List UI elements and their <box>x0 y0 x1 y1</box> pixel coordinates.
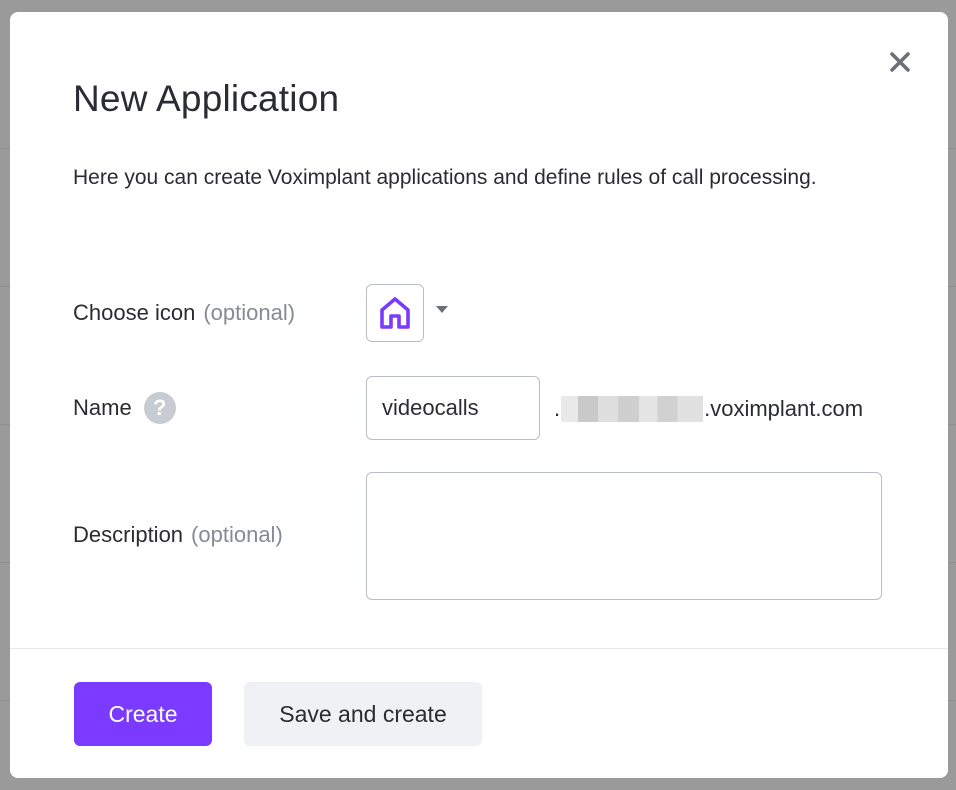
domain-text: . .voximplant.com <box>554 392 863 426</box>
home-icon <box>380 297 410 329</box>
dialog-title: New Application <box>73 78 340 119</box>
description-textarea[interactable] <box>366 472 882 600</box>
new-application-dialog: New Application Here you can create Voxi… <box>10 12 948 778</box>
close-icon <box>890 52 910 72</box>
name-input[interactable] <box>366 376 540 440</box>
domain-prefix: . <box>554 396 561 421</box>
description-label: Description (optional) <box>73 522 283 548</box>
blurred-account-name <box>561 396 704 422</box>
icon-picker[interactable] <box>366 284 424 342</box>
choose-icon-label: Choose icon (optional) <box>73 300 295 326</box>
create-button[interactable]: Create <box>74 682 212 746</box>
footer-divider <box>10 648 948 649</box>
domain-suffix: .voximplant.com <box>704 396 864 421</box>
dialog-description: Here you can create Voximplant applicati… <box>73 166 817 189</box>
help-icon[interactable]: ? <box>143 392 176 424</box>
save-and-create-button[interactable]: Save and create <box>244 682 482 746</box>
choose-icon-label-text: Choose icon <box>73 300 196 325</box>
name-label-text: Name <box>73 395 132 420</box>
name-label: Name ? <box>73 392 176 424</box>
close-button[interactable] <box>886 48 914 76</box>
description-label-text: Description <box>73 522 184 547</box>
optional-hint: (optional) <box>203 300 296 325</box>
chevron-down-icon[interactable] <box>436 306 448 313</box>
optional-hint: (optional) <box>191 522 283 547</box>
